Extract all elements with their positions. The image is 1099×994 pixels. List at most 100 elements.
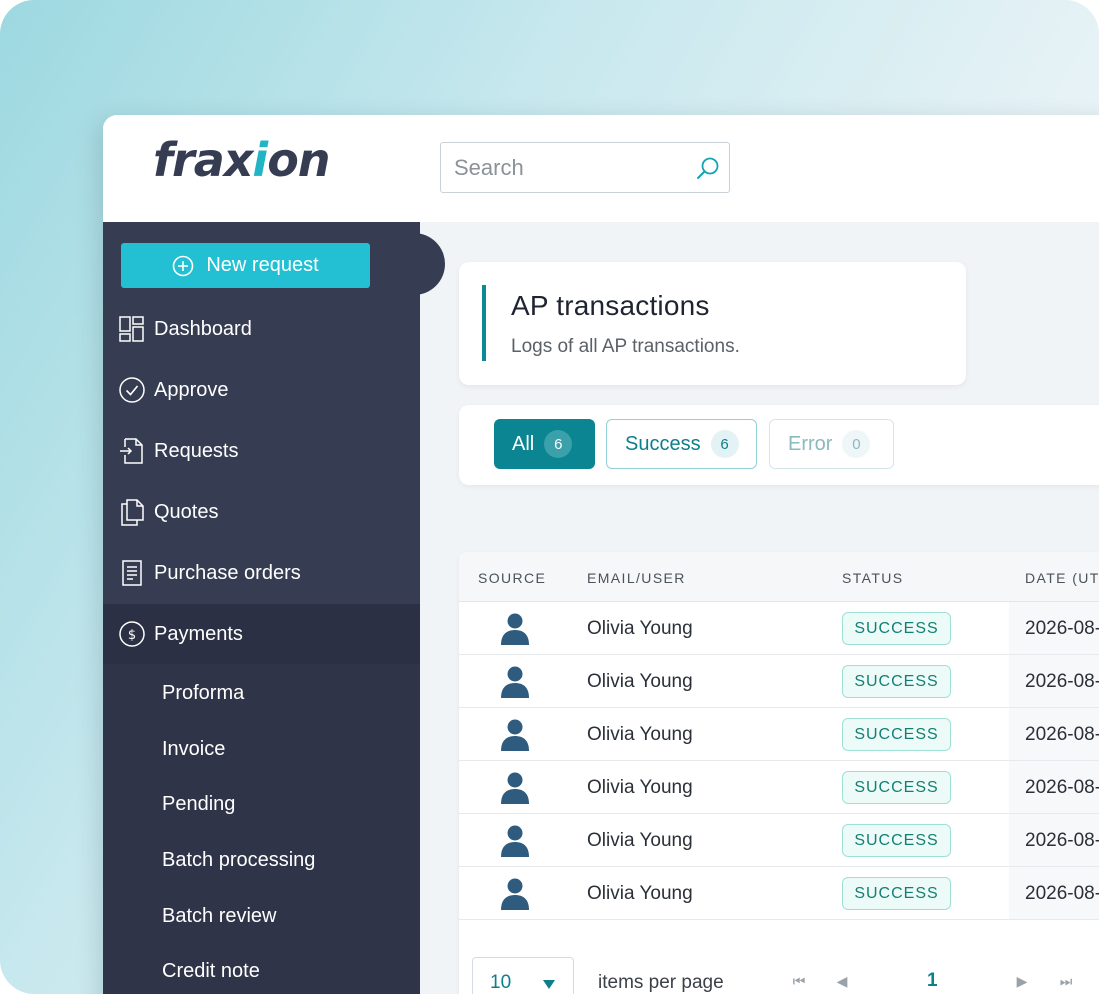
filter-success-button[interactable]: Success 6: [606, 419, 757, 469]
user-name: Olivia Young: [587, 671, 693, 692]
table-row[interactable]: Olivia Young SUCCESS 2026-08-: [459, 708, 1099, 761]
items-per-page-select[interactable]: 10: [472, 957, 574, 994]
table-row[interactable]: Olivia Young SUCCESS 2026-08-: [459, 814, 1099, 867]
filter-label: Success: [625, 432, 701, 455]
next-page-icon[interactable]: ▶: [1012, 971, 1032, 991]
filter-error-button[interactable]: Error 0: [769, 419, 894, 469]
sidebar: New request Dashboard Approve Requests Q…: [103, 222, 420, 994]
transactions-table: SOURCE EMAIL/USER STATUS DATE (UT Olivia…: [459, 552, 1099, 994]
plus-circle-icon: [173, 255, 194, 276]
page-title: AP transactions: [511, 290, 710, 321]
logo-text-end: on: [267, 133, 330, 187]
user-icon: [501, 719, 529, 751]
main-content: AP transactions Logs of all AP transacti…: [420, 222, 1099, 994]
svg-text:$: $: [128, 628, 136, 643]
filter-count-badge: 6: [544, 430, 573, 458]
status-badge: SUCCESS: [842, 612, 951, 645]
table-header: SOURCE EMAIL/USER STATUS DATE (UT: [459, 552, 1099, 602]
search-icon[interactable]: [695, 155, 721, 181]
user-icon: [501, 772, 529, 804]
dashboard-icon: [117, 314, 147, 344]
logo-text: frax: [153, 133, 253, 187]
document-icon: [117, 558, 147, 588]
background-frame: fraxion New request: [0, 0, 1099, 994]
user-name: Olivia Young: [587, 724, 693, 745]
new-request-label: New request: [206, 254, 319, 276]
user-name: Olivia Young: [587, 883, 693, 904]
sidebar-subitem-batch-review[interactable]: Batch review: [162, 905, 277, 928]
search-box: [440, 142, 730, 193]
sidebar-subitem-pending[interactable]: Pending: [162, 793, 235, 816]
page-subtitle: Logs of all AP transactions.: [511, 336, 740, 357]
fraxion-logo[interactable]: fraxion: [153, 133, 331, 187]
pagination-bar: 10 items per page ⏮ ◀ 1 ▶ ⏭: [459, 952, 1099, 994]
sidebar-subitem-batch-processing[interactable]: Batch processing: [162, 849, 315, 872]
user-icon: [501, 613, 529, 645]
sidebar-subitem-credit-note[interactable]: Credit note: [162, 960, 260, 983]
request-icon: [117, 436, 147, 466]
page-header-card: AP transactions Logs of all AP transacti…: [459, 262, 966, 385]
header-accent-bar: [482, 285, 486, 361]
search-input[interactable]: [454, 152, 684, 184]
sidebar-item-dashboard[interactable]: Dashboard: [103, 299, 420, 359]
filter-count-badge: 6: [710, 430, 739, 458]
column-header-date[interactable]: DATE (UT: [1025, 570, 1099, 586]
status-badge: SUCCESS: [842, 771, 951, 804]
user-name: Olivia Young: [587, 830, 693, 851]
sidebar-item-label: Approve: [154, 378, 229, 401]
current-page-number[interactable]: 1: [927, 970, 938, 992]
column-header-email-user[interactable]: EMAIL/USER: [587, 570, 686, 586]
top-bar: fraxion: [103, 115, 1099, 222]
user-name: Olivia Young: [587, 777, 693, 798]
table-row[interactable]: Olivia Young SUCCESS 2026-08-: [459, 867, 1099, 920]
column-header-source[interactable]: SOURCE: [478, 570, 546, 586]
table-row[interactable]: Olivia Young SUCCESS 2026-08-: [459, 655, 1099, 708]
chevron-down-icon: [543, 980, 555, 989]
items-per-page-value: 10: [490, 972, 512, 993]
last-page-icon[interactable]: ⏭: [1056, 971, 1076, 991]
user-name: Olivia Young: [587, 618, 693, 639]
filter-count-badge: 0: [842, 430, 871, 458]
check-circle-icon: [117, 375, 147, 405]
table-row[interactable]: Olivia Young SUCCESS 2026-08-: [459, 761, 1099, 814]
sidebar-item-label: Purchase orders: [154, 561, 301, 584]
status-badge: SUCCESS: [842, 877, 951, 910]
sidebar-item-label: Dashboard: [154, 317, 252, 340]
column-header-status[interactable]: STATUS: [842, 570, 904, 586]
app-window: fraxion New request: [103, 115, 1099, 994]
payments-submenu: Proforma Invoice Pending Batch processin…: [103, 664, 420, 994]
logo-text-accent: i: [252, 133, 268, 187]
status-badge: SUCCESS: [842, 718, 951, 751]
user-icon: [501, 666, 529, 698]
quotes-icon: [117, 497, 147, 527]
sidebar-item-label: Payments: [154, 622, 243, 645]
items-per-page-label: items per page: [598, 972, 724, 993]
sidebar-subitem-proforma[interactable]: Proforma: [162, 682, 244, 705]
dollar-circle-icon: $: [117, 619, 147, 649]
sidebar-item-label: Quotes: [154, 500, 219, 523]
sidebar-item-requests[interactable]: Requests: [103, 421, 420, 481]
status-filter-bar: All 6 Success 6 Error 0: [459, 405, 1099, 485]
sidebar-item-label: Requests: [154, 439, 239, 462]
user-icon: [501, 878, 529, 910]
sidebar-item-approve[interactable]: Approve: [103, 360, 420, 420]
date-cell: 2026-08-: [1025, 777, 1099, 798]
filter-label: Error: [788, 432, 833, 455]
new-request-button[interactable]: New request: [121, 243, 370, 288]
filter-label: All: [512, 432, 535, 455]
date-cell: 2026-08-: [1025, 671, 1099, 692]
sidebar-item-purchase-orders[interactable]: Purchase orders: [103, 543, 420, 603]
table-row[interactable]: Olivia Young SUCCESS 2026-08-: [459, 602, 1099, 655]
previous-page-icon[interactable]: ◀: [832, 971, 852, 991]
filter-all-button[interactable]: All 6: [494, 419, 595, 469]
status-badge: SUCCESS: [842, 824, 951, 857]
sidebar-item-quotes[interactable]: Quotes: [103, 482, 420, 542]
first-page-icon[interactable]: ⏮: [789, 971, 809, 991]
date-cell: 2026-08-: [1025, 724, 1099, 745]
sidebar-item-payments[interactable]: $ Payments: [103, 604, 420, 664]
sidebar-subitem-invoice[interactable]: Invoice: [162, 738, 225, 761]
date-cell: 2026-08-: [1025, 618, 1099, 639]
date-cell: 2026-08-: [1025, 830, 1099, 851]
date-cell: 2026-08-: [1025, 883, 1099, 904]
user-icon: [501, 825, 529, 857]
